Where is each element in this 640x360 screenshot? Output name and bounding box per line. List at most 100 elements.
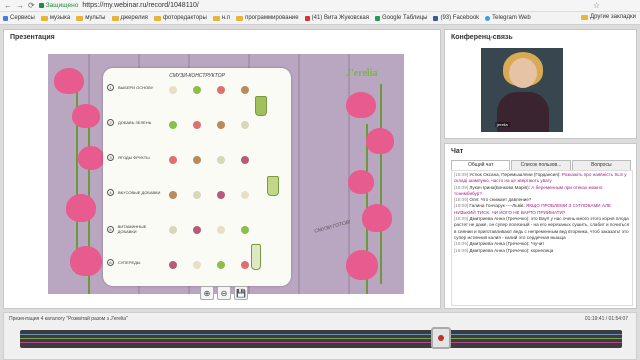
ingredient-image xyxy=(217,226,225,234)
ingredient-image xyxy=(217,191,225,199)
bookmark-folder[interactable]: н.п xyxy=(212,15,230,21)
ingredient-image xyxy=(241,156,249,164)
message-author: Дмитриева Анна (Гречечко): xyxy=(469,247,530,253)
tulip-image xyxy=(72,104,100,128)
tulip-image xyxy=(366,128,394,154)
save-button[interactable]: 💾 xyxy=(234,286,248,300)
bookmark-label: мульты xyxy=(85,15,106,21)
presentation-slide: J'erelia СМУЗИ-КОНСТРУКТОР 1 ВЫБЕРИ ОСНОВ… xyxy=(48,54,404,294)
step-number: 2 xyxy=(107,119,114,126)
time-readout: 01:19:41 / 01:54:07 xyxy=(584,316,628,322)
timeline-scrubber[interactable] xyxy=(431,327,452,349)
bookmark-folder[interactable]: мульты xyxy=(76,15,106,21)
zoom-in-button[interactable]: ⊕ xyxy=(200,286,214,300)
bookmark-label: (41) Вита Жуковская xyxy=(311,15,369,21)
ingredient-image xyxy=(193,156,201,164)
step-label: ВИТАМИННЫЕ ДОБАВКИ xyxy=(117,224,147,234)
lock-icon xyxy=(38,3,44,8)
ingredient-image xyxy=(217,121,225,129)
arrow-left-icon[interactable]: ← xyxy=(4,1,12,10)
bookmark-sheets[interactable]: Google Таблицы xyxy=(374,15,427,21)
chat-message: [18:09] Дмитриева Анна (Гречечко): это В… xyxy=(454,216,630,241)
folder-icon xyxy=(153,15,161,21)
bookmark-folder[interactable]: джерелия xyxy=(111,15,148,21)
recording-title: Презентация 4 каталогу "Розквітай разом … xyxy=(9,316,128,322)
webcam-video[interactable]: jerelia xyxy=(481,48,563,132)
folder-icon xyxy=(581,14,589,20)
message-time: [18:09] xyxy=(454,203,469,209)
ingredient-image xyxy=(169,121,177,129)
step-label: ЯГОДЫ ФРУКТЫ xyxy=(118,155,150,160)
star-icon[interactable]: ☆ xyxy=(593,1,600,10)
step-number: 5 xyxy=(107,225,114,233)
tulip-image xyxy=(78,146,104,170)
bookmark-facebook[interactable]: (93) Facebook xyxy=(433,15,479,21)
step-label: ВКУСОВЫЕ ДОБАВКИ xyxy=(118,190,161,195)
reload-icon[interactable]: ⟳ xyxy=(28,1,35,10)
ingredient-image xyxy=(217,86,225,94)
folder-icon xyxy=(212,15,220,21)
url-field[interactable]: https://my.webinar.ru/record/1048110/ xyxy=(82,2,198,9)
tulip-image xyxy=(70,246,102,276)
arrow-right-icon[interactable]: → xyxy=(16,1,24,10)
step-6: 6 СУПЕРЕДЫ xyxy=(107,259,163,266)
message-author: Лукач Ірина(Бачкова Марія): xyxy=(469,184,530,190)
step-2: 2 ДОБАВЬ ЗЕЛЕНЬ xyxy=(107,119,163,126)
tab-questions[interactable]: Вопросы xyxy=(571,160,631,170)
presentation-title: Презентация xyxy=(10,34,55,41)
secure-label: Защищено xyxy=(45,2,79,9)
bookmarks-bar: Сервисы музыка мульты джерелия фоторедак… xyxy=(0,12,640,25)
bookmark-folder[interactable]: фоторедакторы xyxy=(153,15,207,21)
youtube-icon xyxy=(304,15,310,21)
ingredient-image xyxy=(217,261,225,269)
bookmark-label: фоторедакторы xyxy=(162,15,207,21)
step-1: 1 ВЫБЕРИ ОСНОВУ xyxy=(107,84,163,91)
ingredient-image xyxy=(169,226,177,234)
step-4: 4 ВКУСОВЫЕ ДОБАВКИ xyxy=(107,189,163,196)
message-time: [18:09] xyxy=(454,216,469,222)
step-label: ВЫБЕРИ ОСНОВУ xyxy=(118,85,154,90)
smoothie-constructor-card: СМУЗИ-КОНСТРУКТОР 1 ВЫБЕРИ ОСНОВУ 2 ДОБАВЬ… xyxy=(103,68,291,286)
ingredient-image xyxy=(193,86,201,94)
ingredient-image xyxy=(241,261,249,269)
tulip-image xyxy=(348,170,374,194)
bookmark-folder[interactable]: программирование xyxy=(236,15,299,21)
step-5: 5 ВИТАМИННЫЕ ДОБАВКИ xyxy=(107,224,163,234)
chat-panel: Чат Общий чат Список пользов... Вопросы … xyxy=(444,143,637,309)
chat-message: [18:09] Лукач Ірина(Бачкова Марія): А бе… xyxy=(454,185,630,198)
conference-panel: Конференц-связь jerelia xyxy=(444,29,637,139)
step-number: 6 xyxy=(107,259,114,266)
apps-icon xyxy=(3,15,8,21)
ingredient-image xyxy=(241,226,249,234)
step-number: 1 xyxy=(107,84,114,91)
bookmark-youtube[interactable]: (41) Вита Жуковская xyxy=(304,15,369,21)
tab-general-chat[interactable]: Общий чат xyxy=(451,160,511,170)
facebook-icon xyxy=(433,15,439,21)
secure-indicator[interactable]: Защищено xyxy=(38,2,79,9)
folder-icon xyxy=(236,15,244,21)
conference-title: Конференц-связь xyxy=(451,34,513,41)
bookmark-label: программирование xyxy=(245,15,299,21)
bookmark-telegram[interactable]: Telegram Web xyxy=(485,15,531,21)
sheets-icon xyxy=(374,15,380,21)
message-author: Оля: xyxy=(469,197,480,203)
tab-user-list[interactable]: Список пользов... xyxy=(511,160,571,170)
ingredient-image xyxy=(169,261,177,269)
other-bookmarks[interactable]: Другие закладки xyxy=(581,14,636,20)
slide-title: СМУЗИ-КОНСТРУКТОР xyxy=(169,73,225,79)
bookmark-folder[interactable]: музыка xyxy=(40,15,71,21)
presentation-panel: Презентация J'erelia СМУЗИ-КОНСТРУКТОР 1… xyxy=(3,29,441,309)
bookmark-label: музыка xyxy=(49,15,71,21)
timeline-track[interactable] xyxy=(20,330,622,348)
ingredient-image xyxy=(193,121,201,129)
bookmark-label: Telegram Web xyxy=(492,15,531,21)
zoom-out-button[interactable]: ⊖ xyxy=(217,286,231,300)
video-label: jerelia xyxy=(495,122,510,127)
step-label: СУПЕРЕДЫ xyxy=(118,260,141,265)
chat-messages[interactable]: [18:09] Устюк Оксана, Перемышляни (Горда… xyxy=(451,170,633,306)
chat-message: [18:09] Галина Гончарук ----Львів: ЯКЩО … xyxy=(454,203,630,216)
smoothie-glass-image xyxy=(267,176,279,196)
smoothie-glass-image xyxy=(251,244,261,270)
bookmark-services[interactable]: Сервисы xyxy=(3,15,35,21)
ingredient-image xyxy=(169,156,177,164)
